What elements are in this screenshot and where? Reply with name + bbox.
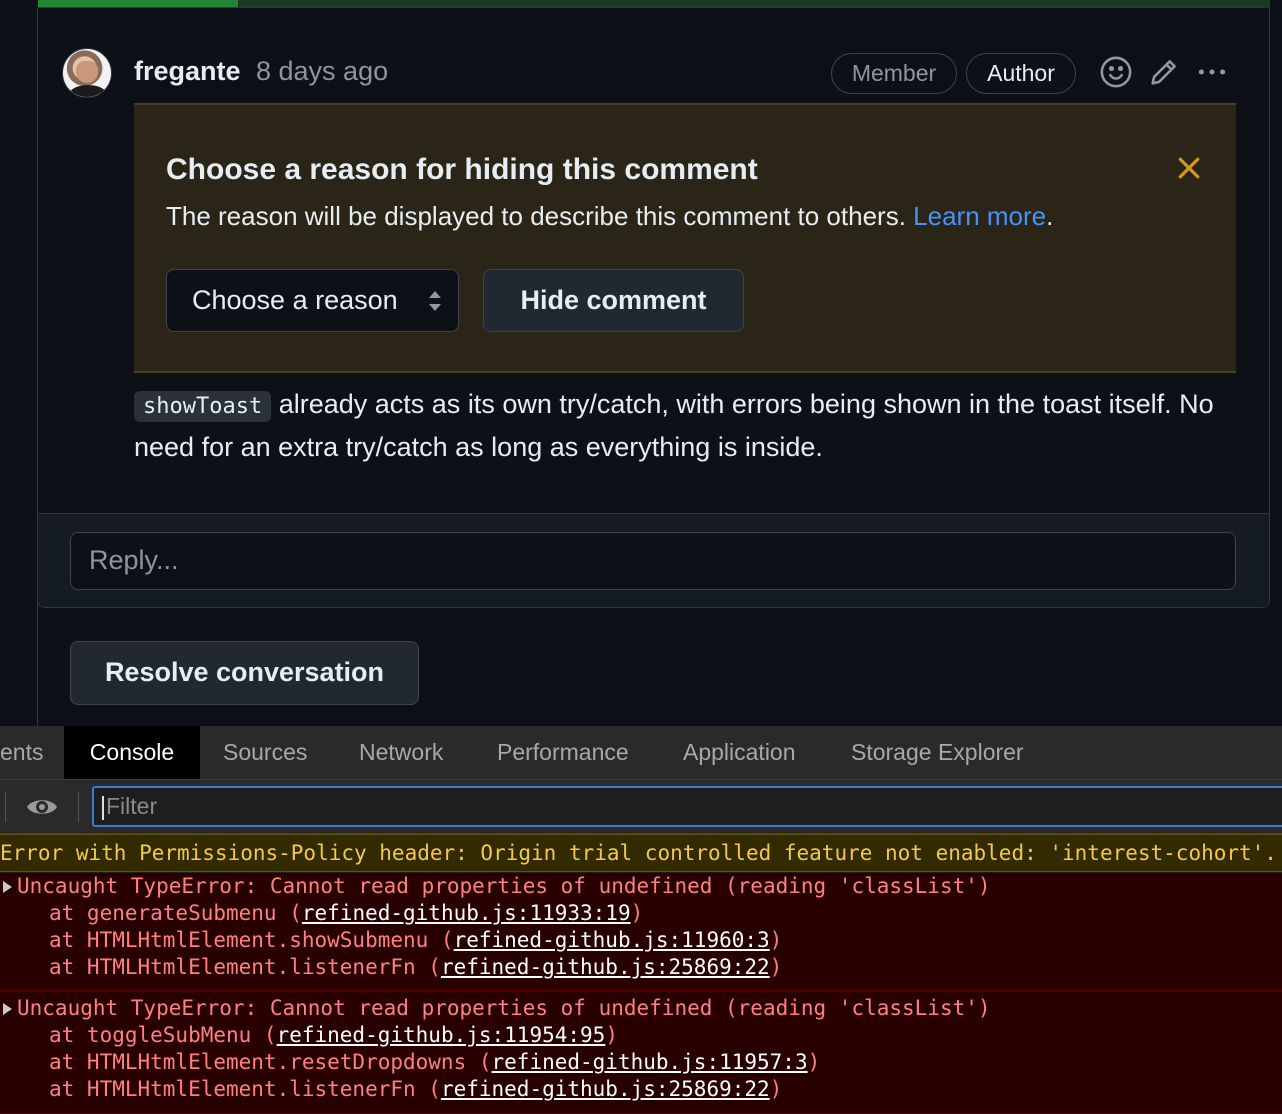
member-badge: Member [831, 53, 957, 94]
hide-panel-description: The reason will be displayed to describe… [166, 201, 1054, 231]
toolbar-divider [78, 792, 79, 822]
select-arrows-icon [429, 291, 441, 311]
console-filter-input[interactable]: Filter [92, 786, 1282, 827]
stack-frame: at HTMLHtmlElement.listenerFn (refined-g… [49, 1077, 783, 1101]
toolbar-divider [5, 792, 6, 822]
avatar[interactable] [62, 48, 112, 98]
eye-icon[interactable] [25, 792, 59, 822]
devtools-panel: ents Console Sources Network Performance… [0, 726, 1282, 1114]
source-link[interactable]: refined-github.js:11957:3 [492, 1050, 808, 1074]
console-error-entry: Uncaught TypeError: Cannot read properti… [0, 873, 1282, 991]
avatar-body [69, 85, 107, 97]
comment-author[interactable]: fregante [134, 56, 241, 87]
review-comment-region: fregante 8 days ago Member Author Choose… [0, 0, 1282, 726]
tab-application[interactable]: Application [683, 726, 796, 779]
console-toolbar: Filter [0, 780, 1282, 834]
resolve-conversation-button[interactable]: Resolve conversation [70, 641, 419, 705]
console-error-entry: Uncaught TypeError: Cannot read properti… [0, 991, 1282, 1114]
stack-frame: at HTMLHtmlElement.listenerFn (refined-g… [49, 955, 783, 979]
comment-timestamp[interactable]: 8 days ago [256, 56, 388, 87]
x-icon[interactable] [1174, 153, 1204, 183]
tab-elements[interactable]: ents [0, 726, 64, 779]
reply-input[interactable]: Reply... [70, 532, 1236, 590]
tab-storage-explorer[interactable]: Storage Explorer [851, 726, 1024, 779]
console-warning-message: Error with Permissions-Policy header: Or… [0, 834, 1282, 872]
stack-frame: at HTMLHtmlElement.showSubmenu (refined-… [49, 928, 783, 952]
source-link[interactable]: refined-github.js:11954:95 [277, 1023, 606, 1047]
comment-body: showToast already acts as its own try/ca… [134, 389, 1214, 462]
hide-comment-button[interactable]: Hide comment [483, 269, 744, 332]
stack-frame: at generateSubmenu (refined-github.js:11… [49, 901, 644, 925]
devtools-tab-bar: ents Console Sources Network Performance… [0, 726, 1282, 780]
avatar-hand [76, 61, 98, 83]
smiley-icon[interactable] [1098, 54, 1134, 90]
kebab-horizontal-icon[interactable] [1194, 54, 1230, 90]
error-message: Uncaught TypeError: Cannot read properti… [17, 874, 991, 898]
tab-sources[interactable]: Sources [223, 726, 307, 779]
author-badge: Author [966, 53, 1076, 94]
source-link[interactable]: refined-github.js:25869:22 [441, 955, 770, 979]
reason-select[interactable]: Choose a reason [166, 269, 459, 332]
source-link[interactable]: refined-github.js:11933:19 [302, 901, 631, 925]
stack-frame: at toggleSubMenu (refined-github.js:1195… [49, 1023, 618, 1047]
pencil-icon[interactable] [1146, 54, 1182, 90]
thread-rail [37, 600, 38, 726]
tab-network[interactable]: Network [359, 726, 443, 779]
error-message: Uncaught TypeError: Cannot read properti… [17, 996, 991, 1020]
hide-panel-title: Choose a reason for hiding this comment [166, 153, 758, 186]
tab-performance[interactable]: Performance [497, 726, 629, 779]
diff-marker [38, 0, 238, 7]
learn-more-link[interactable]: Learn more [913, 201, 1046, 231]
hide-comment-panel: Choose a reason for hiding this comment … [134, 103, 1236, 373]
stack-frame: at HTMLHtmlElement.resetDropdowns (refin… [49, 1050, 821, 1074]
tab-console[interactable]: Console [64, 726, 200, 779]
inline-code: showToast [134, 391, 272, 422]
source-link[interactable]: refined-github.js:11960:3 [454, 928, 770, 952]
diff-context-strip [38, 0, 1270, 8]
source-link[interactable]: refined-github.js:25869:22 [441, 1077, 770, 1101]
